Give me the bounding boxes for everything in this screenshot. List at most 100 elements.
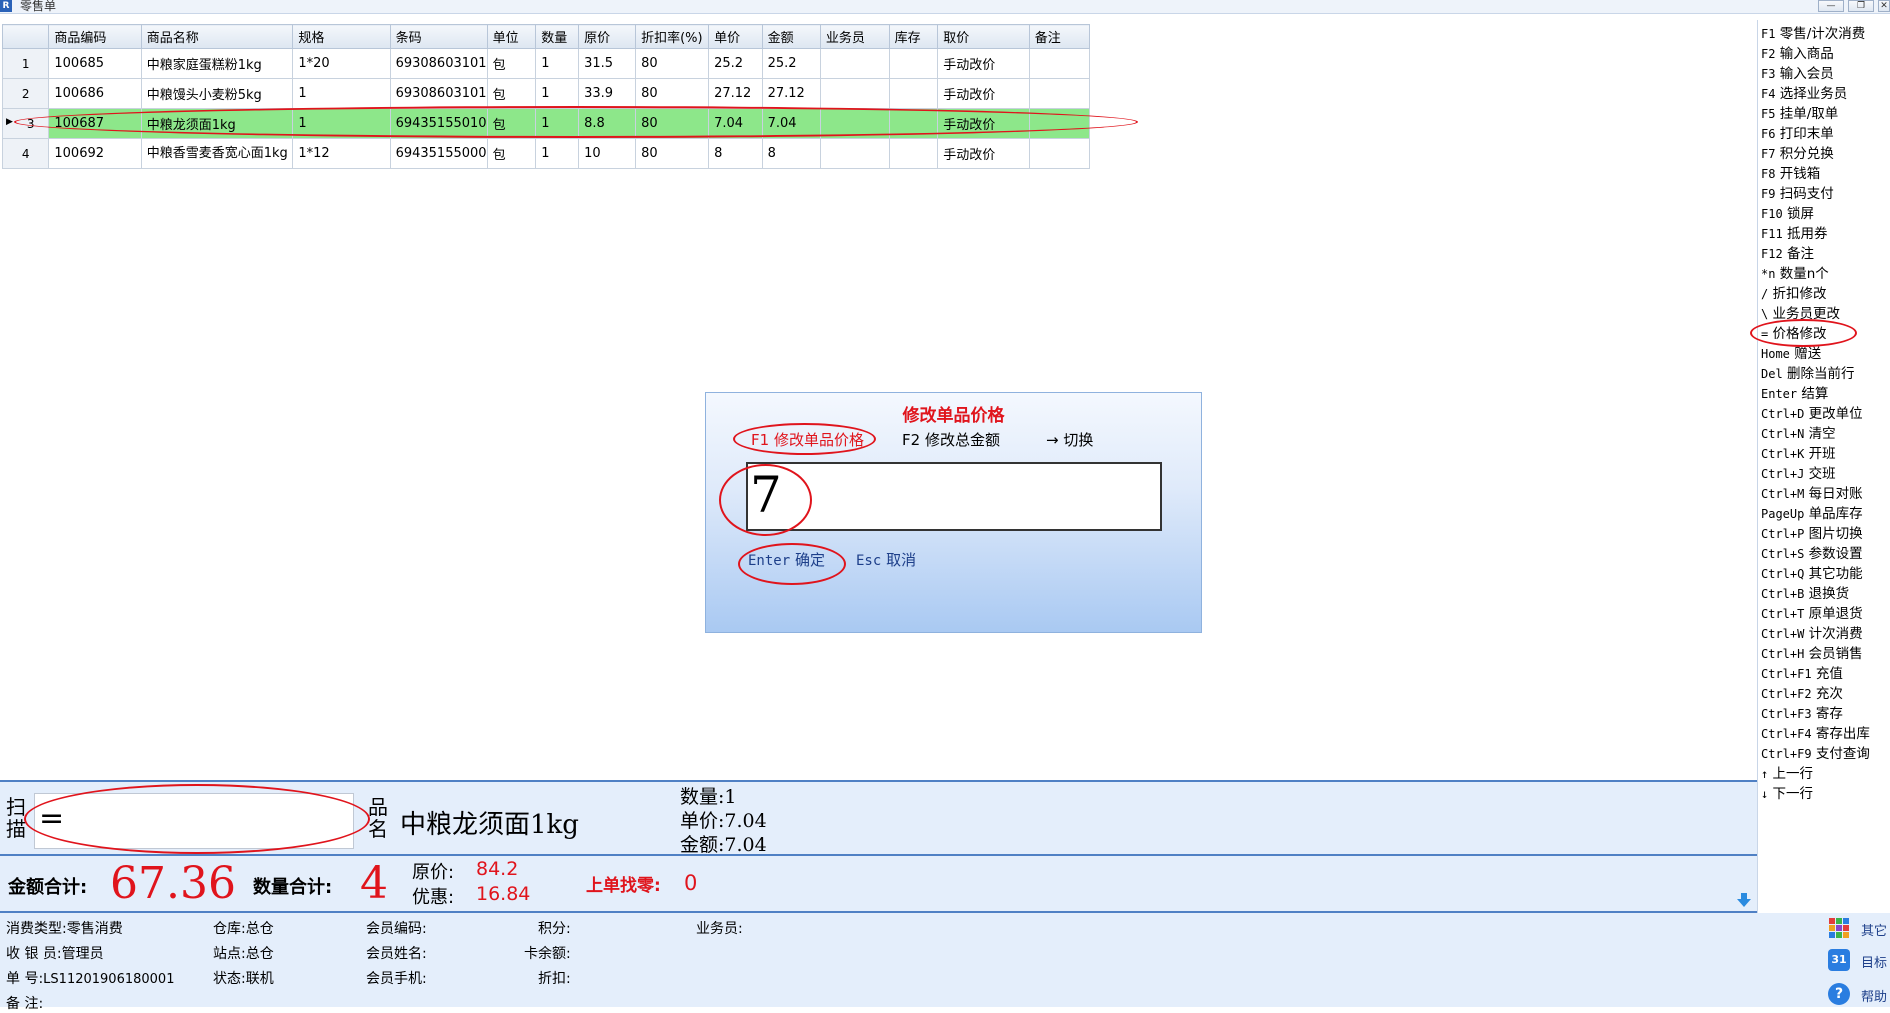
shortcut-change-unit[interactable]: Ctrl+D 更改单位 [1761,402,1863,422]
col-header-pricing[interactable]: 取价 [937,24,1030,49]
cell-stock[interactable] [888,108,939,139]
cell-note[interactable] [1028,108,1091,139]
cell-code[interactable]: 100686 [48,78,142,109]
shortcut-daily-reconcile[interactable]: Ctrl+M 每日对账 [1761,482,1863,502]
mode-single-price-tab[interactable]: F1 修改单品价格 [751,429,864,450]
shortcut-f5[interactable]: F5 挂单/取单 [1761,102,1838,122]
shortcut-payment-query[interactable]: Ctrl+F9 支付查询 [1761,742,1870,762]
shortcut-item-stock[interactable]: PageUp 单品库存 [1761,502,1863,522]
cell-price[interactable]: 8 [708,138,763,169]
shortcut-f4[interactable]: F4 选择业务员 [1761,82,1847,102]
cell-barcode[interactable]: 69308603101 [389,78,488,109]
cell-spec[interactable]: 1*12 [292,138,391,169]
col-header-name[interactable]: 商品名称 [140,24,294,49]
table-row-selected[interactable]: ▶ 3 100687 中粮龙须面1kg 1 69435155010 包 1 8.8… [1,108,1091,139]
cell-name[interactable]: 中粮龙须面1kg [140,108,294,139]
shortcut-member-sales[interactable]: Ctrl+H 会员销售 [1761,642,1863,662]
cell-amount[interactable]: 25.2 [761,48,821,79]
cell-qty[interactable]: 1 [535,48,580,79]
col-header-stock[interactable]: 库存 [888,24,939,49]
shortcut-f6[interactable]: F6 打印末单 [1761,122,1834,142]
shortcut-gift[interactable]: Home 赠送 [1761,342,1821,362]
shortcut-hand-over[interactable]: Ctrl+J 交班 [1761,462,1836,482]
cell-qty[interactable]: 1 [535,108,580,139]
cell-pricing[interactable]: 手动改价 [937,78,1030,109]
col-header-price[interactable]: 单价 [708,24,763,49]
cell-qty[interactable]: 1 [535,138,580,169]
col-header-code[interactable]: 商品编码 [48,24,142,49]
cell-stock[interactable] [888,78,939,109]
shortcut-count-consume[interactable]: Ctrl+W 计次消费 [1761,622,1863,642]
shortcut-f11[interactable]: F11 抵用券 [1761,222,1827,242]
scan-input[interactable]: = [34,793,354,849]
shortcut-next-row[interactable]: ↓ 下一行 [1761,782,1813,802]
shortcut-settings[interactable]: Ctrl+S 参数设置 [1761,542,1863,562]
cell-price[interactable]: 25.2 [708,48,763,79]
table-row[interactable]: 4 100692 中粮香雪麦香宽心面1kg 1*12 69435155000 包… [1,138,1091,169]
mode-total-amount-tab[interactable]: F2 修改总金额 [902,429,1000,450]
shortcut-f10[interactable]: F10 锁屏 [1761,202,1814,222]
shortcut-recharge-count[interactable]: Ctrl+F2 充次 [1761,682,1843,702]
cell-clerk[interactable] [819,138,890,169]
col-header-amount[interactable]: 金额 [761,24,821,49]
col-header-discount[interactable]: 折扣率(%) [635,24,710,49]
cell-pricing[interactable]: 手动改价 [937,108,1030,139]
cell-name[interactable]: 中粮馒头小麦粉5kg [140,78,294,109]
shortcut-checkout[interactable]: Enter 结算 [1761,382,1828,402]
cell-name[interactable]: 中粮香雪麦香宽心面1kg [140,138,294,169]
cell-unit[interactable]: 包 [486,78,537,109]
restore-button[interactable]: ❐ [1848,0,1874,12]
shortcut-clear[interactable]: Ctrl+N 清空 [1761,422,1836,442]
cell-orig-price[interactable]: 33.9 [578,78,637,109]
shortcut-f9[interactable]: F9 扫码支付 [1761,182,1834,202]
cell-amount[interactable]: 7.04 [761,108,821,139]
confirm-button[interactable]: Enter 确定 [748,549,825,570]
shortcut-price-change[interactable]: = 价格修改 [1761,322,1827,342]
cell-note[interactable] [1028,138,1091,169]
cell-clerk[interactable] [819,108,890,139]
cell-name[interactable]: 中粮家庭蛋糕粉1kg [140,48,294,79]
shortcut-deposit-out[interactable]: Ctrl+F4 寄存出库 [1761,722,1870,742]
cell-spec[interactable]: 1 [292,78,391,109]
table-row[interactable]: 2 100686 中粮馒头小麦粉5kg 1 69308603101 包 1 33… [1,78,1091,109]
cell-unit[interactable]: 包 [486,108,537,139]
cell-barcode[interactable]: 69308603101 [389,48,488,79]
col-header-clerk[interactable]: 业务员 [819,24,890,49]
col-header-qty[interactable]: 数量 [535,24,580,49]
cell-orig-price[interactable]: 10 [578,138,637,169]
cell-discount[interactable]: 80 [635,108,710,139]
shortcut-f7[interactable]: F7 积分兑换 [1761,142,1834,162]
cell-orig-price[interactable]: 8.8 [578,108,637,139]
cell-clerk[interactable] [819,48,890,79]
shortcut-deposit[interactable]: Ctrl+F3 寄存 [1761,702,1843,722]
cell-unit[interactable]: 包 [486,48,537,79]
cell-price[interactable]: 7.04 [708,108,763,139]
cell-code[interactable]: 100685 [48,48,142,79]
shortcut-open-shift[interactable]: Ctrl+K 开班 [1761,442,1836,462]
cell-note[interactable] [1028,78,1091,109]
col-header-unit[interactable]: 单位 [486,24,537,49]
shortcut-f1[interactable]: F1 零售/计次消费 [1761,22,1865,42]
cell-spec[interactable]: 1 [292,108,391,139]
shortcut-recharge[interactable]: Ctrl+F1 充值 [1761,662,1843,682]
cell-discount[interactable]: 80 [635,78,710,109]
cell-clerk[interactable] [819,78,890,109]
cell-stock[interactable] [888,138,939,169]
cell-code[interactable]: 100692 [48,138,142,169]
cell-discount[interactable]: 80 [635,138,710,169]
cell-amount[interactable]: 27.12 [761,78,821,109]
cell-pricing[interactable]: 手动改价 [937,138,1030,169]
shortcut-delete-row[interactable]: Del 删除当前行 [1761,362,1854,382]
shortcut-prev-row[interactable]: ↑ 上一行 [1761,762,1813,782]
shortcut-f12[interactable]: F12 备注 [1761,242,1814,262]
shortcut-f8[interactable]: F8 开钱箱 [1761,162,1820,182]
cell-note[interactable] [1028,48,1091,79]
shortcut-f2[interactable]: F2 输入商品 [1761,42,1834,62]
cell-unit[interactable]: 包 [486,138,537,169]
cell-price[interactable]: 27.12 [708,78,763,109]
cell-amount[interactable]: 8 [761,138,821,169]
cell-orig-price[interactable]: 31.5 [578,48,637,79]
cell-qty[interactable]: 1 [535,78,580,109]
shortcut-other-functions[interactable]: Ctrl+Q 其它功能 [1761,562,1863,582]
cell-code[interactable]: 100687 [48,108,142,139]
